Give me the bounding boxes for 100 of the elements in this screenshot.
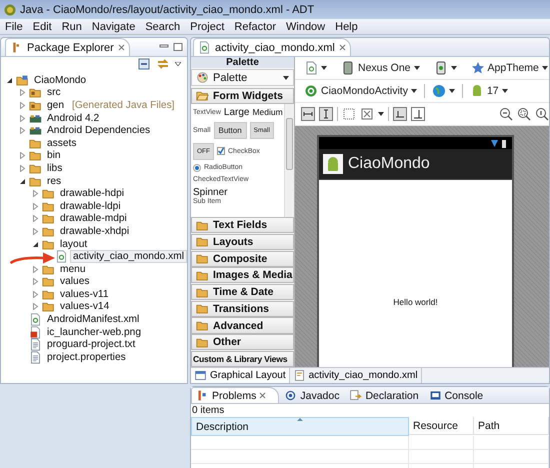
tree-item[interactable]: src bbox=[44, 86, 64, 100]
palette-section[interactable]: Other bbox=[191, 334, 294, 350]
image-file-icon bbox=[29, 326, 42, 339]
column-header[interactable]: Description bbox=[191, 417, 409, 436]
zoom-fit-icon[interactable] bbox=[517, 107, 531, 121]
panel-tab[interactable]: Console bbox=[424, 387, 488, 403]
fill-width-icon[interactable] bbox=[301, 107, 315, 121]
close-icon[interactable] bbox=[338, 44, 346, 51]
view-menu-icon[interactable] bbox=[175, 62, 181, 66]
palette-section[interactable]: Form Widgets bbox=[191, 88, 294, 104]
caret-icon bbox=[410, 89, 417, 93]
expand-arrow-icon[interactable] bbox=[32, 266, 38, 273]
palette-dropdown[interactable]: Palette bbox=[191, 69, 294, 86]
theme-dropdown[interactable]: AppTheme bbox=[468, 60, 549, 76]
tree-item[interactable]: CiaoMondo bbox=[31, 74, 90, 87]
margins-icon[interactable] bbox=[342, 107, 356, 121]
expand-arrow-icon[interactable] bbox=[18, 89, 26, 96]
menubar-entry[interactable]: Help bbox=[330, 20, 363, 32]
panel-tab[interactable]: Declaration bbox=[344, 387, 424, 403]
close-icon[interactable] bbox=[259, 392, 266, 399]
api-level-dropdown[interactable]: 17 bbox=[466, 83, 511, 99]
device-dropdown[interactable]: Nexus One bbox=[338, 60, 423, 76]
expand-arrow-icon[interactable] bbox=[32, 202, 38, 210]
expand-arrow-icon[interactable] bbox=[32, 190, 38, 198]
column-header[interactable]: Resource bbox=[409, 417, 474, 435]
pointer-arrow-drawing bbox=[9, 252, 55, 264]
zoom-out-icon[interactable] bbox=[499, 107, 513, 121]
tree-item[interactable]: values-v11 bbox=[57, 288, 112, 301]
menubar-entry[interactable]: Project bbox=[185, 20, 230, 32]
tree-item[interactable]: proguard-project.txt bbox=[44, 338, 138, 352]
gravity-icon[interactable] bbox=[360, 107, 374, 121]
zoom-actual-icon[interactable] bbox=[535, 107, 549, 121]
tree-item[interactable]: res bbox=[44, 174, 64, 188]
tree-item[interactable]: project.properties bbox=[44, 350, 129, 364]
tree-item[interactable]: assets bbox=[44, 136, 80, 150]
tree-item[interactable]: drawable-ldpi bbox=[57, 200, 124, 213]
distribute-icon[interactable] bbox=[411, 107, 425, 121]
widget-button[interactable]: Button bbox=[214, 122, 247, 139]
problems-icon bbox=[196, 389, 209, 402]
tree-item[interactable]: gen bbox=[44, 98, 67, 112]
window-title: Java - CiaoMondo/res/layout/activity_ciao_mondo.xml - ADT bbox=[20, 4, 314, 16]
close-icon[interactable] bbox=[118, 44, 125, 51]
collapse-arrow-icon[interactable] bbox=[6, 76, 12, 84]
radio-button[interactable] bbox=[193, 164, 201, 172]
tree-item[interactable]: drawable-mdpi bbox=[57, 212, 130, 226]
tree-item[interactable]: libs bbox=[44, 162, 66, 175]
menubar-entry[interactable]: Edit bbox=[28, 20, 57, 32]
expand-arrow-icon[interactable] bbox=[18, 127, 26, 134]
expand-arrow-icon[interactable] bbox=[32, 303, 38, 310]
baseline-icon[interactable] bbox=[393, 107, 407, 121]
expand-arrow-icon[interactable] bbox=[18, 114, 26, 122]
menubar-entry[interactable]: Search bbox=[140, 20, 186, 32]
palette-section[interactable]: Text Fields bbox=[191, 217, 294, 234]
palette-section[interactable]: Time & Date bbox=[191, 284, 294, 300]
menubar-entry[interactable]: Navigate bbox=[86, 20, 140, 32]
tree-item[interactable]: menu bbox=[57, 262, 88, 276]
tree-item[interactable]: ic_launcher-web.png bbox=[44, 326, 144, 339]
tree-item[interactable]: bin bbox=[44, 149, 64, 162]
tree-item[interactable]: values-v14 bbox=[57, 300, 112, 314]
tree-item[interactable]: Android 4.2 bbox=[44, 112, 102, 125]
link-icon[interactable] bbox=[156, 57, 170, 71]
palette-section[interactable]: Images & Media bbox=[191, 267, 294, 284]
tree-item[interactable]: AndroidManifest.xml bbox=[44, 313, 142, 326]
palette-section[interactable]: Advanced bbox=[191, 317, 294, 334]
caret-icon bbox=[414, 66, 420, 70]
menubar-entry[interactable]: Run bbox=[56, 20, 87, 32]
palette-section[interactable]: Custom & Library Views bbox=[191, 350, 294, 367]
panel-tab[interactable]: Javadoc bbox=[279, 387, 344, 403]
collapse-all-icon[interactable] bbox=[137, 57, 151, 71]
expand-arrow-icon[interactable] bbox=[32, 290, 38, 298]
tree-item[interactable]: values bbox=[57, 275, 92, 288]
expand-arrow-icon[interactable] bbox=[32, 215, 38, 222]
palette-section[interactable]: Transitions bbox=[191, 300, 294, 317]
expand-arrow-icon[interactable] bbox=[18, 152, 26, 160]
tree-item[interactable]: activity_ciao_mondo.xml bbox=[70, 250, 187, 264]
expand-arrow-icon[interactable] bbox=[32, 228, 38, 235]
collapse-arrow-icon[interactable] bbox=[18, 178, 26, 185]
tree-item[interactable]: drawable-hdpi bbox=[57, 187, 127, 200]
view-tab[interactable]: Graphical Layout bbox=[191, 368, 290, 383]
checkbox[interactable] bbox=[217, 147, 225, 156]
menubar-entry[interactable]: Window bbox=[281, 20, 330, 32]
expand-arrow-icon[interactable] bbox=[18, 164, 26, 172]
collapse-arrow-icon[interactable] bbox=[32, 240, 38, 248]
scrollbar[interactable] bbox=[284, 104, 294, 217]
expand-arrow-icon[interactable] bbox=[32, 278, 38, 286]
view-tab[interactable]: activity_ciao_mondo.xml bbox=[290, 368, 422, 383]
panel-tab[interactable]: Problems bbox=[191, 387, 280, 403]
menubar-entry[interactable]: Refactor bbox=[229, 20, 281, 32]
column-header[interactable]: Path bbox=[474, 417, 549, 435]
widget-label: Medium bbox=[252, 107, 283, 118]
activity-dropdown[interactable]: CiaoMondoActivity bbox=[301, 83, 420, 99]
tree-item[interactable]: layout bbox=[57, 238, 90, 251]
fill-height-icon[interactable] bbox=[319, 107, 333, 121]
tree-item[interactable]: Android Dependencies bbox=[44, 124, 154, 138]
maximize-icon[interactable] bbox=[173, 43, 183, 51]
palette-section[interactable]: Composite bbox=[191, 250, 294, 267]
menubar-entry[interactable]: File bbox=[0, 20, 28, 32]
expand-arrow-icon[interactable] bbox=[18, 102, 26, 109]
tree-item[interactable]: drawable-xhdpi bbox=[57, 224, 132, 238]
palette-section[interactable]: Layouts bbox=[191, 234, 294, 250]
